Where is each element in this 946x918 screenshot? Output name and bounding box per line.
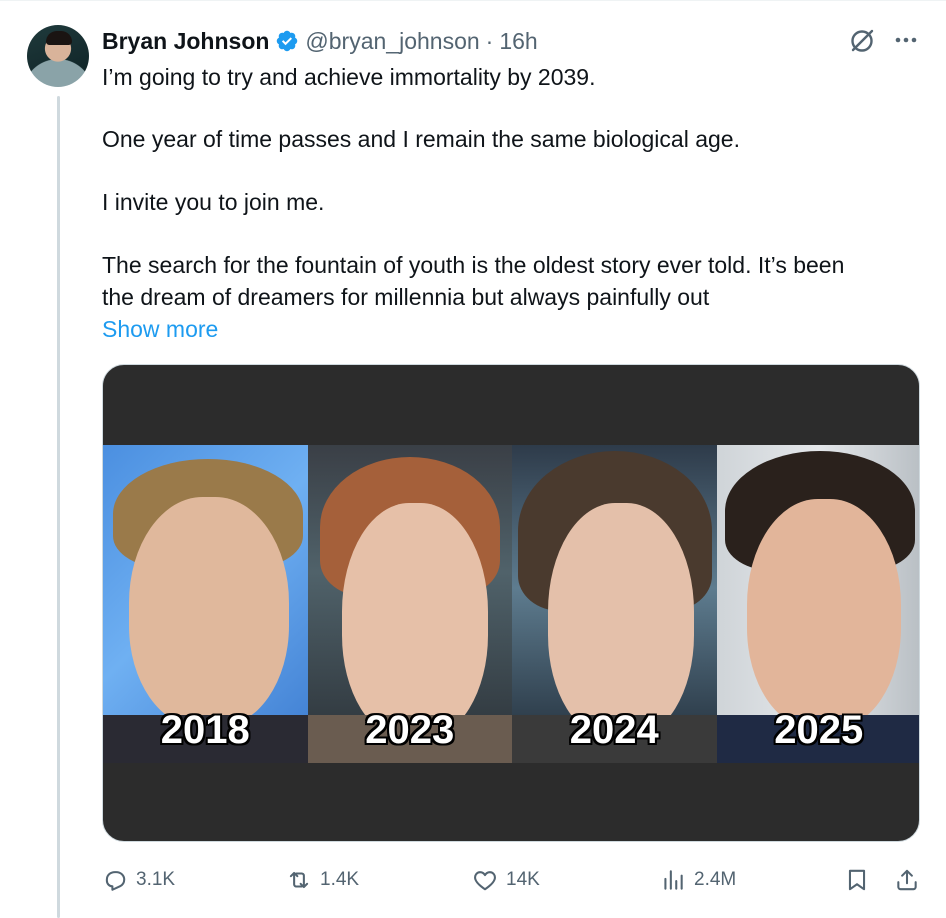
bookmark-button[interactable]: [844, 862, 870, 898]
grok-icon[interactable]: [848, 27, 876, 55]
photo-strip: 2018 2023 2024 2025: [103, 445, 920, 763]
author-name[interactable]: Bryan Johnson: [102, 28, 269, 55]
thread-line: [57, 96, 60, 918]
views-count: 2.4M: [694, 869, 736, 891]
post-text-line: the dream of dreamers for millennia but …: [102, 282, 932, 313]
repost-count: 1.4K: [320, 869, 359, 891]
year-label: 2024: [512, 708, 717, 753]
views-button[interactable]: 2.4M: [660, 862, 736, 898]
show-more-link[interactable]: Show more: [102, 314, 218, 345]
repost-button[interactable]: 1.4K: [286, 862, 359, 898]
post-text-line: The search for the fountain of youth is …: [102, 250, 932, 281]
year-label: 2018: [103, 708, 308, 753]
like-count: 14K: [506, 869, 540, 891]
tweet[interactable]: Bryan Johnson @bryan_johnson · 16h I’m g…: [0, 0, 946, 918]
like-button[interactable]: 14K: [472, 862, 540, 898]
tweet-header: Bryan Johnson @bryan_johnson · 16h: [102, 26, 538, 56]
verified-badge-icon[interactable]: [275, 29, 299, 53]
action-bar: 3.1K 1.4K 14K 2.4M: [102, 862, 922, 898]
photo-2023: 2023: [308, 445, 513, 763]
share-icon: [894, 867, 920, 893]
post-text-paragraph: I’m going to try and achieve immortality…: [102, 62, 932, 93]
reply-icon: [102, 867, 128, 893]
share-button[interactable]: [894, 862, 920, 898]
post-text-paragraph: One year of time passes and I remain the…: [102, 124, 932, 155]
like-icon: [472, 867, 498, 893]
more-icon[interactable]: [892, 28, 920, 52]
time-separator: ·: [486, 28, 494, 55]
media-image[interactable]: 2018 2023 2024 2025: [102, 364, 920, 842]
divider: [0, 0, 946, 6]
bookmark-icon: [844, 867, 870, 893]
post-time[interactable]: 16h: [499, 28, 537, 55]
photo-2024: 2024: [512, 445, 717, 763]
author-handle[interactable]: @bryan_johnson: [305, 28, 479, 55]
post-text-paragraph: I invite you to join me.: [102, 187, 932, 218]
reply-button[interactable]: 3.1K: [102, 862, 175, 898]
avatar[interactable]: [27, 25, 89, 87]
year-label: 2023: [308, 708, 513, 753]
views-icon: [660, 867, 686, 893]
reply-count: 3.1K: [136, 869, 175, 891]
photo-2018: 2018: [103, 445, 308, 763]
year-label: 2025: [717, 708, 921, 753]
repost-icon: [286, 867, 312, 893]
photo-2025: 2025: [717, 445, 921, 763]
